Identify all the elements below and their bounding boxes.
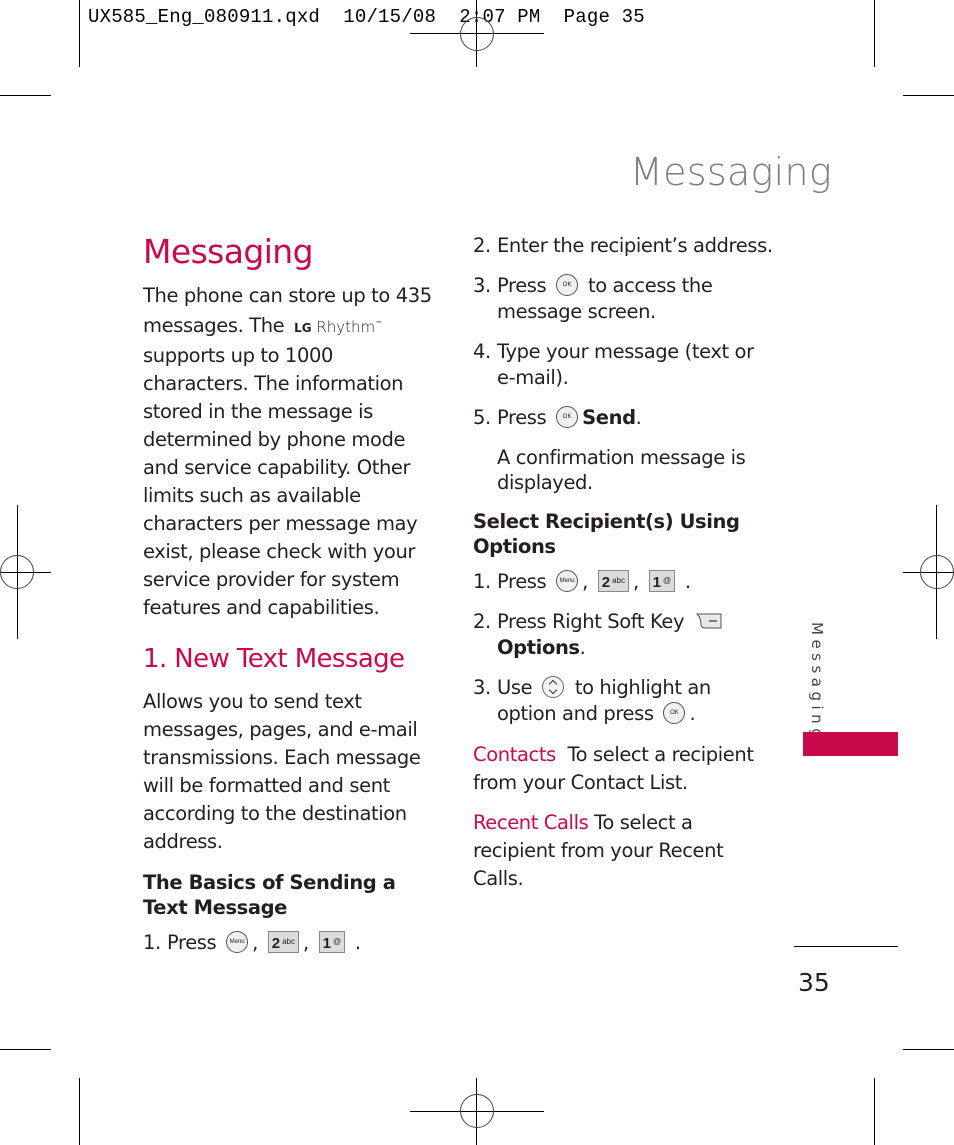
registration-mark — [460, 17, 494, 51]
ok-key-icon: OK — [663, 702, 686, 724]
registration-mark — [460, 1094, 494, 1128]
right-column: 2. Enter the recipient’s address. 3. Pre… — [473, 233, 773, 893]
separator: , — [633, 570, 639, 593]
key-label: 1 — [652, 574, 661, 591]
step-text: Press — [497, 274, 547, 297]
step-3: 3. Press OK to access the message screen… — [473, 273, 773, 325]
option-step-3: 3. Use to highlight an option and press … — [473, 675, 773, 727]
step-text: Use — [497, 676, 533, 699]
left-column: Messaging The phone can store up to 435 … — [143, 230, 438, 970]
navigation-up-down-key-icon — [542, 676, 565, 698]
option-contacts: Contacts To select a recipient from your… — [473, 741, 773, 797]
page-number: 35 — [798, 968, 830, 997]
step-body: Use to highlight an option and press OK. — [497, 675, 773, 727]
period: . — [689, 702, 696, 725]
period: . — [579, 636, 586, 659]
crop-mark — [903, 95, 954, 96]
crop-mark — [79, 0, 80, 67]
step-4: 4. Type your message (text or e-mail). — [473, 339, 773, 391]
registration-mark — [920, 555, 954, 589]
step-number: 3. — [473, 274, 491, 297]
period: . — [354, 931, 361, 954]
step-body: Press OK Send. — [497, 405, 773, 431]
separator: , — [303, 931, 309, 954]
side-tab-label: Messaging — [808, 622, 826, 743]
logo-brand: LG — [294, 321, 312, 335]
side-tab-accent-bar — [803, 732, 898, 756]
step-text: Type your message (text or e-mail). — [497, 340, 754, 389]
key-sublabel: abc — [282, 937, 296, 946]
step-number: 4. — [473, 340, 491, 363]
lg-rhythm-logo: LG Rhythm™ — [294, 310, 382, 342]
subsection-heading: 1. New Text Message — [143, 644, 405, 674]
separator: , — [582, 570, 588, 593]
section-heading: Messaging — [143, 232, 314, 271]
step-body: Press OK to access the message screen. — [497, 273, 773, 325]
intro-text-cont: supports up to 1000 characters. The info… — [143, 344, 418, 619]
separator: , — [252, 931, 258, 954]
ok-key-icon: OK — [556, 274, 579, 296]
step-text: Enter the recipient’s address. — [497, 234, 773, 257]
key-1-icon: 1 @ — [648, 570, 676, 592]
option-name: Recent Calls — [473, 811, 589, 834]
description-paragraph: Allows you to send text messages, pages,… — [143, 690, 421, 853]
logo-trademark: ™ — [375, 320, 383, 328]
key-label: 1 — [322, 935, 331, 952]
key-2-icon: 2 abc — [267, 931, 300, 953]
crop-mark — [79, 1078, 80, 1145]
step-number: 2. — [473, 610, 491, 633]
period: . — [635, 406, 642, 429]
confirmation-note: A confirmation message is displayed. — [497, 446, 746, 494]
basics-step-1: 1. Press Menu, 2 abc, 1 @ . — [143, 930, 438, 956]
step-2: 2. Enter the recipient’s address. — [473, 233, 773, 259]
options-heading: Select Recipient(s) Using Options — [473, 510, 740, 558]
key-label: 2 — [601, 574, 611, 591]
registration-mark — [0, 555, 34, 589]
step-body: Press Menu, 2 abc, 1 @ . — [167, 930, 438, 956]
crop-mark — [0, 95, 51, 96]
crop-mark — [874, 0, 875, 67]
option-name: Contacts — [473, 743, 556, 766]
key-label: 2 — [271, 935, 281, 952]
step-text: Press — [497, 406, 547, 429]
option-recent-calls: Recent Calls To select a recipient from … — [473, 809, 773, 893]
key-sublabel: abc — [612, 576, 626, 585]
step-5: 5. Press OK Send. — [473, 405, 773, 431]
step-number: 1. — [143, 931, 161, 954]
step-text: Press Right Soft Key — [497, 610, 685, 633]
print-slug: UX585_Eng_080911.qxd 10/15/08 2:07 PM Pa… — [88, 6, 645, 28]
crop-mark — [874, 1078, 875, 1145]
menu-key-icon: Menu — [556, 570, 579, 592]
step-text: Press — [167, 931, 217, 954]
logo-model: Rhythm — [316, 318, 376, 336]
step-body: Press Menu, 2 abc, 1 @ . — [497, 569, 773, 595]
option-step-2: 2. Press Right Soft Key Options. — [473, 609, 773, 661]
step-number: 3. — [473, 676, 491, 699]
intro-text: The phone can store up to 435 messages. … — [143, 284, 432, 337]
menu-key-icon: Menu — [226, 931, 249, 953]
key-sublabel: @ — [332, 937, 342, 946]
basics-heading: The Basics of Sending a Text Message — [143, 871, 396, 919]
key-2-icon: 2 abc — [597, 570, 630, 592]
options-label: Options — [497, 636, 580, 659]
crop-mark — [0, 1049, 51, 1050]
page-number-rule — [794, 946, 898, 947]
right-soft-key-icon — [695, 613, 722, 629]
ok-key-icon: OK — [556, 406, 579, 428]
option-step-1: 1. Press Menu, 2 abc, 1 @ . — [473, 569, 773, 595]
step-number: 5. — [473, 406, 491, 429]
key-1-icon: 1 @ — [318, 931, 346, 953]
key-sublabel: @ — [662, 576, 672, 585]
send-label: Send — [582, 406, 636, 429]
step-number: 1. — [473, 570, 491, 593]
period: . — [684, 570, 691, 593]
running-header-title: Messaging — [630, 150, 832, 194]
crop-mark — [903, 1049, 954, 1050]
step-number: 2. — [473, 234, 491, 257]
intro-paragraph: The phone can store up to 435 messages. … — [143, 282, 438, 622]
step-text: Press — [497, 570, 547, 593]
step-body: Press Right Soft Key Options. — [497, 609, 773, 661]
